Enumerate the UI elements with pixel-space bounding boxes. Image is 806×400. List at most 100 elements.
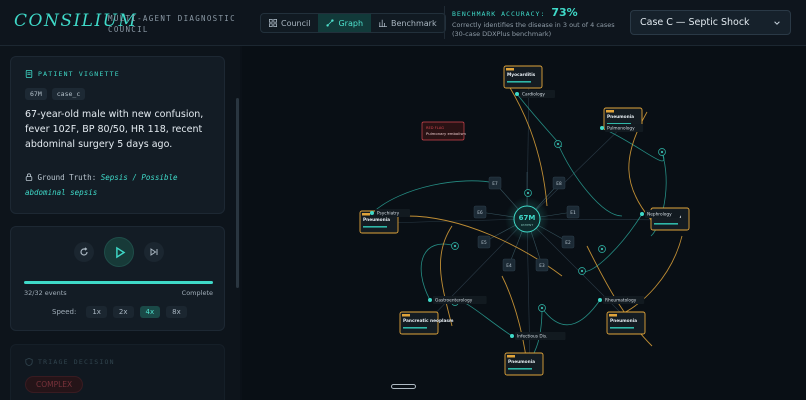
graph-diagnosis-tag [402, 314, 410, 317]
grid-icon [269, 19, 277, 27]
graph-diagnosis-name: Pneumonia [363, 217, 390, 223]
play-button[interactable] [104, 237, 134, 267]
chip-case-id: case_c [51, 88, 86, 100]
graph-amber-edge [440, 225, 453, 327]
tab-benchmark-label: Benchmark [391, 18, 437, 28]
graph-specialist-dot [510, 334, 514, 338]
graph-diagnosis-bar [363, 226, 387, 228]
playback-progress[interactable] [24, 281, 213, 284]
triage-card: TRIAGE DECISION COMPLEX [10, 344, 225, 400]
graph-teal-edge [516, 93, 562, 148]
council-graph: E8 E1 E2 E3 E4 E5 E6 E7 67M PATIENT Myocarditis Pne… [242, 46, 806, 400]
skip-forward-icon [150, 248, 158, 256]
benchmark-value: 73% [551, 6, 578, 19]
graph-evidence-label: E7 [492, 181, 498, 187]
graph-teal-edge [420, 243, 456, 301]
graph-diagnosis-tag [506, 68, 514, 71]
skip-forward-button[interactable] [144, 242, 164, 262]
graph-evidence-label: E3 [539, 263, 545, 269]
graph-orbit-dot-core [581, 270, 583, 272]
speed-4x-button[interactable]: 4x [139, 306, 161, 318]
graph-teal-edge [581, 213, 643, 272]
graph-diagnosis-bar [610, 327, 634, 329]
graph-diagnosis-bar [507, 81, 531, 83]
graph-canvas[interactable]: E8 E1 E2 E3 E4 E5 E6 E7 67MPATIENT Myocarditis Pne… [242, 46, 806, 400]
graph-bottom-handle[interactable] [391, 384, 416, 389]
graph-evidence-label: E2 [565, 240, 571, 246]
graph-orbit-dot-core [541, 307, 543, 309]
benchmark-label: BENCHMARK ACCURACY: [452, 10, 546, 18]
graph-evidence-label: E4 [506, 263, 512, 269]
restart-button[interactable] [74, 242, 94, 262]
graph-diagnosis-tag [606, 110, 614, 113]
graph-diagnosis-name: Pneumonia [607, 114, 634, 120]
graph-specialist-label: Infectious Dis. [517, 334, 547, 340]
app-header: CONSILIUM MULTI-AGENT DIAGNOSTIC COUNCIL… [0, 0, 806, 46]
graph-evidence-label: E1 [570, 210, 576, 216]
tab-council-label: Council [281, 18, 311, 28]
left-panel: PATIENT VIGNETTE 67M case_c 67-year-old … [0, 46, 240, 400]
graph-specialist-dot [640, 212, 644, 216]
graph-specialist-label: Psychiatry [377, 211, 400, 217]
chip-age-sex: 67M [25, 88, 47, 100]
triage-title-text: TRIAGE DECISION [38, 358, 115, 366]
speed-1x-button[interactable]: 1x [86, 306, 107, 318]
app-subtitle: MULTI-AGENT DIAGNOSTIC COUNCIL [108, 14, 236, 34]
events-count: 32/32 events [24, 289, 67, 297]
graph-specialist-dot [370, 211, 374, 215]
triage-complex-badge: COMPLEX [25, 376, 84, 393]
speed-label: Speed: [52, 308, 77, 316]
graph-teal-edge [541, 299, 601, 326]
graph-diagnosis-bar [508, 368, 532, 370]
graph-evidence-label: E8 [556, 181, 562, 187]
graph-diagnosis-bar [403, 327, 427, 329]
graph-specialist-dot [600, 126, 604, 130]
speed-2x-button[interactable]: 2x [112, 306, 134, 318]
events-row: 32/32 events Complete [24, 289, 213, 297]
graph-orbit-dot-core [527, 192, 529, 194]
patient-vignette-card: PATIENT VIGNETTE 67M case_c 67-year-old … [10, 56, 225, 214]
graph-specialist-dot [515, 92, 519, 96]
tab-graph-label: Graph [338, 18, 364, 28]
playback-controls [74, 237, 164, 267]
vignette-title: PATIENT VIGNETTE [25, 70, 120, 78]
case-select[interactable]: Case C — Septic Shock [630, 10, 791, 35]
graph-diagnosis-name: Pneumonia [610, 318, 637, 324]
tab-council[interactable]: Council [261, 14, 318, 32]
graph-diagnosis-tag [609, 314, 617, 317]
case-select-value: Case C — Septic Shock [640, 17, 750, 28]
graph-icon [326, 19, 335, 27]
graph-diagnosis-bar [654, 223, 678, 225]
bar-chart-icon [379, 19, 388, 27]
tab-graph[interactable]: Graph [318, 14, 372, 32]
play-icon [115, 246, 125, 258]
graph-amber-edge [501, 275, 528, 365]
view-tabs: Council Graph Benchmark [260, 13, 446, 33]
ground-truth: Ground Truth: Sepsis / Possible abdomina… [25, 170, 220, 200]
graph-diagnosis-tag [507, 355, 515, 358]
graph-red-flag-text: Pulmonary embolism [426, 131, 466, 136]
vignette-title-text: PATIENT VIGNETTE [38, 70, 120, 78]
graph-orbit-dot-core [454, 245, 456, 247]
graph-specialist-label: Nephrology [647, 212, 672, 218]
speed-8x-button[interactable]: 8x [166, 306, 187, 318]
playback-card: 32/32 events Complete Speed: 1x 2x 4x 8x [10, 226, 225, 331]
tab-benchmark[interactable]: Benchmark [371, 14, 445, 32]
ground-truth-label: Ground Truth: [37, 173, 97, 182]
benchmark-description: Correctly identifies the disease in 3 ou… [452, 21, 615, 38]
graph-evidence-label: E5 [481, 240, 487, 246]
left-panel-scrollbar[interactable] [236, 98, 239, 288]
graph-red-flag-title: RED FLAG [426, 126, 444, 130]
graph-teal-edge [454, 300, 513, 337]
graph-specialist-label: Rheumatology [605, 298, 637, 304]
chevron-down-icon [774, 20, 780, 25]
graph-specialist-label: Gastroenterology [435, 298, 473, 304]
graph-specialist-dot [598, 298, 602, 302]
triage-title: TRIAGE DECISION [25, 358, 115, 366]
playback-progress-fill [24, 281, 213, 284]
graph-orbit-dot-core [661, 151, 663, 153]
vignette-chips: 67M case_c [25, 88, 86, 100]
graph-nodes: E8 E1 E2 E3 E4 E5 E6 E7 67MPATIENT Myocarditis Pne… [359, 65, 690, 376]
shield-icon [25, 358, 33, 366]
benchmark-summary: BENCHMARK ACCURACY: 73% Correctly identi… [444, 6, 620, 39]
